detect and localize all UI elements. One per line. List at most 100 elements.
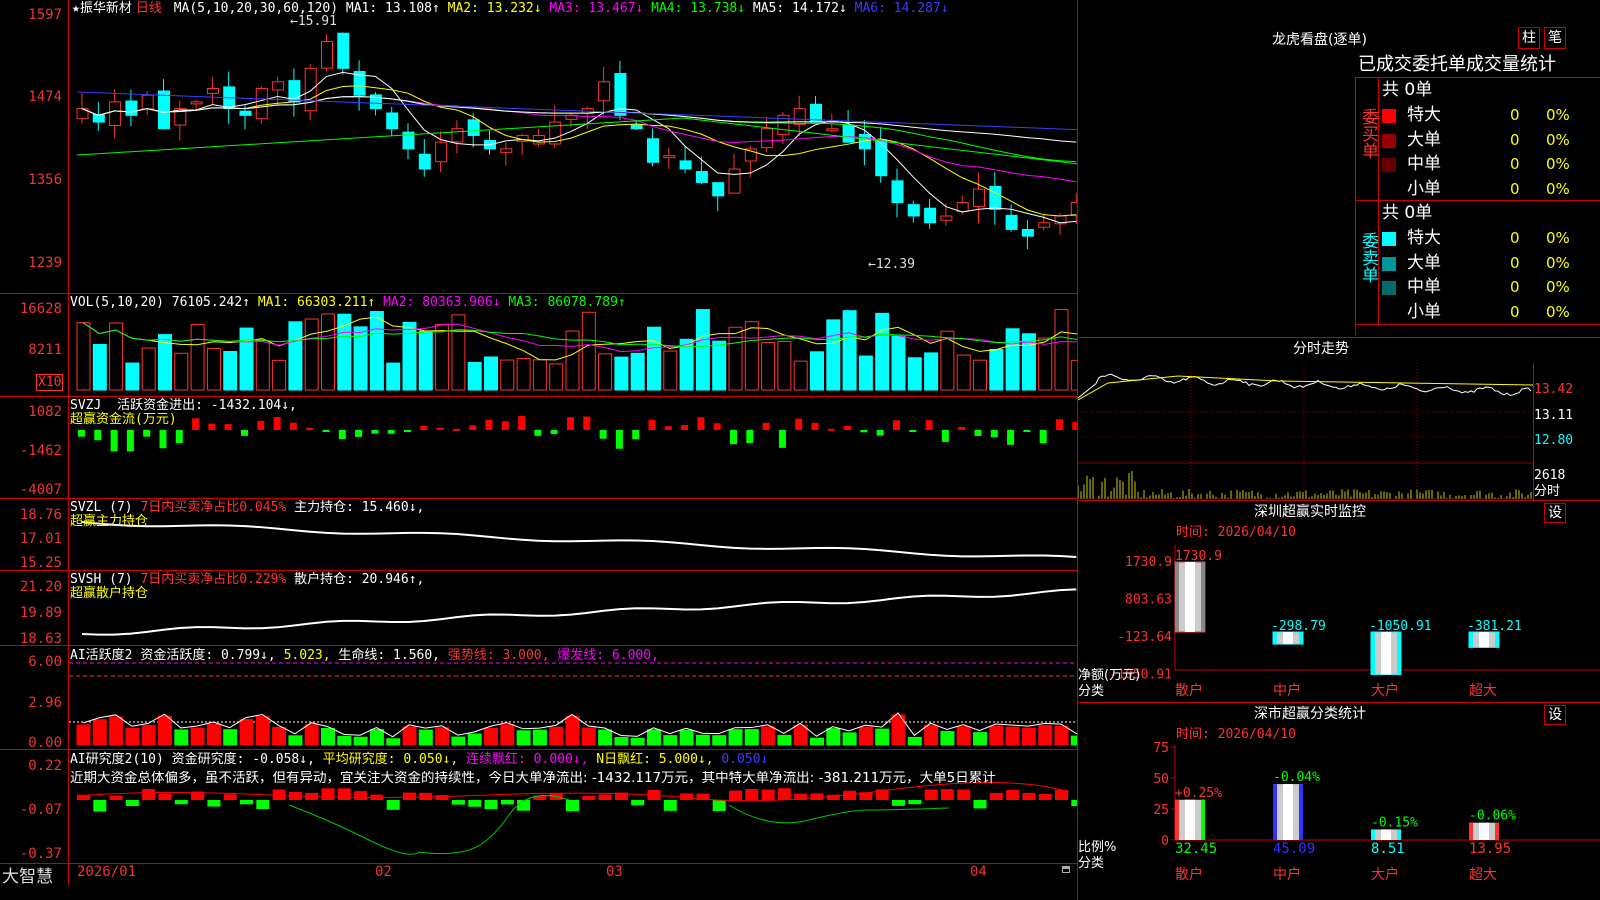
color-swatch bbox=[1382, 306, 1396, 320]
minute-title: 分时走势 bbox=[1293, 341, 1349, 357]
activity-bar bbox=[92, 719, 107, 746]
research-bar bbox=[142, 789, 156, 800]
row-percent: 0% bbox=[1546, 278, 1570, 296]
lock-icon[interactable] bbox=[1062, 866, 1070, 873]
sz-class-settings-button[interactable]: 设 bbox=[1544, 705, 1566, 725]
candle bbox=[989, 185, 1002, 210]
candle bbox=[1021, 228, 1034, 237]
date-ticks bbox=[0, 863, 1078, 867]
ai-research-header: AI研究度2(10) 资金研究度: -0.058↓, 平均研究度: 0.050↓… bbox=[70, 752, 769, 767]
activity-bar bbox=[109, 716, 124, 746]
fund-flow-bar bbox=[159, 430, 167, 449]
svzj-axis-2: -1462 bbox=[19, 443, 62, 459]
class-axis-label: 0 bbox=[1161, 834, 1169, 849]
monitor-bar bbox=[1370, 631, 1402, 676]
class-category: 中户 bbox=[1273, 866, 1301, 883]
volume-bar bbox=[1054, 309, 1069, 391]
svzj-sub: 超赢资金流(万元) bbox=[70, 412, 177, 427]
volume-bar bbox=[793, 360, 808, 391]
volume-bar bbox=[516, 358, 531, 391]
ai-research-axis-2: -0.07 bbox=[19, 802, 62, 818]
minute-chart[interactable] bbox=[1078, 363, 1534, 500]
activity-bar bbox=[810, 737, 824, 746]
research-bar bbox=[973, 800, 987, 809]
row-value: 0 bbox=[1510, 179, 1520, 198]
dragon-tabs[interactable]: 已成交委托单成交量统计 bbox=[1358, 54, 1556, 76]
sell-side-label: 委卖单 bbox=[1358, 232, 1378, 283]
fund-flow-bar bbox=[876, 430, 884, 436]
research-bar bbox=[712, 800, 726, 812]
svsh-header: SVSH (7) 7日内买卖净占比0.229% 散户持仓: 20.946↑, bbox=[70, 572, 425, 587]
retail-holding-line bbox=[81, 588, 1077, 636]
volume-bar bbox=[500, 359, 515, 391]
volume-ma-line bbox=[82, 322, 1077, 348]
fund-flow-bar bbox=[648, 419, 656, 430]
volume-bar bbox=[728, 326, 743, 391]
monitor-bar bbox=[1174, 561, 1206, 633]
volume-bar bbox=[174, 352, 189, 391]
ai-research-axis-3: -0.37 bbox=[19, 846, 62, 862]
svzj-header: SVZJ 活跃资金进出: -1432.104↓, bbox=[70, 398, 297, 413]
research-bar bbox=[777, 788, 791, 800]
sz-monitor-settings-button[interactable]: 设 bbox=[1544, 503, 1566, 523]
activity-bar bbox=[973, 732, 987, 746]
fund-flow-bar bbox=[778, 430, 786, 448]
volume-bar bbox=[190, 324, 205, 391]
fund-flow-bar bbox=[338, 430, 346, 440]
ai_active-item-3: 强势线: 3.000, bbox=[440, 648, 550, 663]
volume-bar bbox=[532, 359, 547, 391]
dragon-row: 大单 0 0% bbox=[1380, 128, 1600, 153]
research-bar bbox=[1006, 789, 1020, 800]
monitor-axis-label: -123.64 bbox=[1117, 630, 1172, 645]
candle bbox=[500, 148, 513, 153]
volume-bar bbox=[484, 356, 498, 391]
research-bar bbox=[745, 789, 759, 800]
research-bar bbox=[598, 794, 612, 800]
activity-bar bbox=[516, 730, 531, 746]
minute-axis-5: 分时 bbox=[1534, 484, 1561, 499]
activity-bar bbox=[549, 726, 564, 746]
svzl-axis-2: 17.01 bbox=[19, 531, 62, 547]
ai_active-item-1: 5.023, bbox=[275, 648, 331, 663]
candle bbox=[272, 81, 285, 91]
fund-flow-bar bbox=[469, 425, 477, 430]
activity-bar bbox=[924, 724, 939, 746]
volume-bar bbox=[761, 342, 776, 391]
dragon-title: 龙虎看盘(逐单) bbox=[1272, 32, 1367, 48]
ma_header-item-0: MA1: 13.108↑ bbox=[345, 1, 440, 16]
tick-mode-button[interactable]: 笔 bbox=[1544, 27, 1566, 49]
price-header: ★振华新材 日线 MA(5,10,20,30,60,120) MA1: 13.10… bbox=[72, 1, 949, 16]
fund-flow-bar bbox=[713, 423, 721, 430]
activity-bar bbox=[500, 724, 515, 746]
activity-bar bbox=[907, 736, 922, 746]
activity-bar bbox=[1054, 725, 1069, 746]
fund-flow-bar bbox=[1072, 422, 1077, 430]
minute-axis-1: 13.42 bbox=[1534, 382, 1574, 397]
period-label[interactable]: 日线 bbox=[136, 1, 162, 16]
fund-flow-bar bbox=[860, 430, 868, 433]
class-change-label: -0.06% bbox=[1469, 809, 1516, 824]
row-percent: 0% bbox=[1546, 130, 1570, 149]
fund-flow-bar bbox=[420, 425, 428, 430]
candle bbox=[956, 202, 969, 212]
activity-bar bbox=[418, 729, 433, 746]
activity-bar bbox=[630, 737, 645, 746]
bar-mode-button[interactable]: 柱 bbox=[1518, 27, 1540, 49]
candle bbox=[304, 67, 317, 112]
volume-bar bbox=[206, 347, 221, 391]
kline-chart[interactable] bbox=[69, 0, 1077, 863]
favorite-star-icon[interactable]: ★ bbox=[72, 1, 80, 16]
ma_header-item-1: MA2: 13.232↓ bbox=[439, 1, 542, 16]
research-bar bbox=[517, 800, 531, 811]
fund-flow-bar bbox=[827, 428, 835, 431]
dragon-row: 特大 0 0% bbox=[1380, 226, 1600, 251]
svzl-axis-1: 18.76 bbox=[19, 507, 62, 523]
research-bar bbox=[940, 789, 954, 800]
dragon-row: 中单 0 0% bbox=[1380, 275, 1600, 300]
research-bar bbox=[989, 792, 1003, 800]
activity-bar bbox=[1070, 735, 1077, 746]
activity-bar bbox=[1038, 724, 1053, 746]
ai_research-item-1: 平均研究度: 0.050↓, bbox=[314, 752, 459, 767]
main-chart-area[interactable]: ★振华新材 日线 MA(5,10,20,30,60,120) MA1: 13.10… bbox=[0, 0, 1078, 900]
ma_header-item-2: MA3: 13.467↓ bbox=[541, 1, 644, 16]
